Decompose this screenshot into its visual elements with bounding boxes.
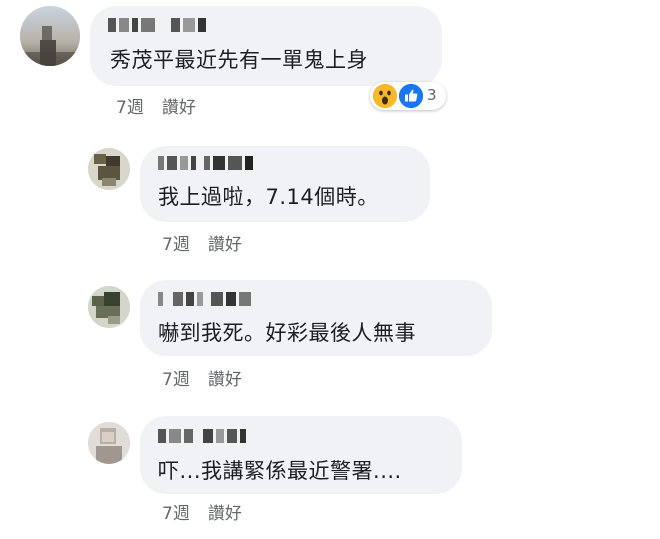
author-name-pixelated[interactable]: [108, 18, 209, 32]
avatar[interactable]: [20, 6, 80, 66]
comment-text: 嚇到我死。好彩最後人無事: [158, 321, 416, 345]
author-name-pixelated[interactable]: [158, 292, 254, 306]
avatar[interactable]: [88, 286, 130, 328]
like-button[interactable]: 讚好: [162, 98, 196, 118]
comment-bubble: 我上過啦，7.14個時。: [140, 146, 430, 222]
author-name-pixelated[interactable]: [158, 156, 256, 170]
comment-bubble: 吓...我講緊係最近警署....: [140, 416, 462, 494]
timestamp[interactable]: 7週: [162, 235, 190, 255]
timestamp[interactable]: 7週: [162, 370, 190, 390]
comment-text: 秀茂平最近先有一單鬼上身: [110, 48, 368, 72]
like-icon: [399, 84, 423, 108]
comment-meta: 7週 讚好: [162, 230, 242, 255]
comment-text: 我上過啦，7.14個時。: [158, 185, 379, 209]
timestamp[interactable]: 7週: [116, 98, 144, 118]
comment-meta: 7週 讚好: [162, 365, 242, 390]
author-name-pixelated[interactable]: [158, 429, 249, 443]
avatar[interactable]: [88, 148, 130, 190]
reaction-count: 3: [427, 86, 437, 104]
wow-icon: [373, 84, 397, 108]
comment-bubble: 嚇到我死。好彩最後人無事: [140, 280, 492, 356]
like-button[interactable]: 讚好: [208, 504, 242, 524]
comment-meta: 7週 讚好: [162, 499, 242, 524]
comment-text: 吓...我講緊係最近警署....: [158, 459, 402, 483]
comment-bubble: 秀茂平最近先有一單鬼上身: [90, 6, 442, 86]
like-button[interactable]: 讚好: [208, 235, 242, 255]
timestamp[interactable]: 7週: [162, 504, 190, 524]
reactions-summary[interactable]: 3: [370, 82, 446, 110]
avatar[interactable]: [88, 422, 130, 464]
comment-meta: 7週 讚好: [116, 93, 196, 118]
like-button[interactable]: 讚好: [208, 370, 242, 390]
